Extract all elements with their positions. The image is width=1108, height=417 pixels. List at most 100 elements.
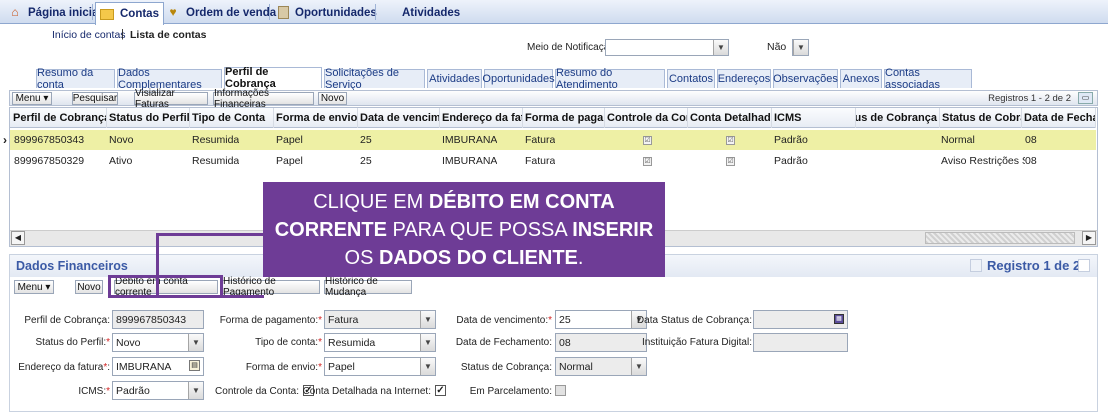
forma-envio-select[interactable]: Papel ▼ (324, 357, 436, 376)
visualizar-faturas-button[interactable]: Visializar Faturas (134, 88, 208, 110)
perfil-cobranca-field: 899967850343 (112, 310, 204, 329)
folder-icon (100, 8, 114, 20)
column-header[interactable]: Data Status de Cobrança (856, 108, 940, 128)
column-header[interactable]: Perfil de Cobrança (11, 108, 107, 128)
chevron-down-icon: ▼ (420, 358, 435, 375)
cell: Resumida (192, 155, 240, 167)
scroll-right-icon[interactable]: ▶ (1082, 231, 1096, 245)
nav-tab-home[interactable]: ⌂ Página inicial (4, 2, 106, 23)
status-perfil-select[interactable]: Novo ▼ (112, 333, 204, 352)
table-row[interactable]: 899967850329 Ativo Resumida Papel 25 IMB… (10, 151, 1096, 171)
nav-tab-label: Oportunidades (295, 6, 377, 19)
endereco-fatura-field[interactable]: IMBURANA ▤ (112, 357, 204, 376)
table-row[interactable]: › 899967850343 Novo Resumida Papel 25 IM… (3, 130, 1096, 150)
checkbox-icon: ☑ (726, 156, 735, 166)
informacoes-financeiras-button[interactable]: Informações Financeiras (213, 88, 314, 110)
checkbox-icon: ☑ (643, 156, 652, 166)
home-icon: ⌂ (11, 5, 19, 19)
tab-resumo-atendimento[interactable]: Resumo do Atendimento (555, 67, 665, 91)
cell: Padrão (774, 134, 808, 146)
column-header[interactable]: Status de Cobrança (940, 108, 1022, 128)
tab-observacoes[interactable]: Observações (773, 69, 838, 88)
novo-button[interactable]: Novo (318, 92, 347, 105)
financial-menu-button[interactable]: Menu ▾ (14, 280, 54, 294)
tab-anexos[interactable]: Anexos (840, 69, 882, 88)
column-header[interactable]: ICMS (772, 108, 856, 128)
column-header[interactable]: Status do Perfil (107, 108, 190, 128)
column-header[interactable]: Conta Detalhada (688, 108, 772, 128)
tag-icon: ♥ (169, 5, 177, 19)
data-status-cobranca-label: Data Status de Cobrança: (636, 315, 752, 326)
cell: 899967850343 (14, 134, 85, 146)
menu-button[interactable]: Menu ▾ (12, 92, 52, 105)
notification-select[interactable]: ▼ (605, 39, 729, 56)
instituicao-fatura-label: Instituição Fatura Digital: (641, 337, 752, 348)
nav-tab-label: Ordem de venda (186, 6, 277, 19)
cell: 08 (1025, 134, 1037, 146)
financial-record-count: Registro 1 de 2 (987, 258, 1081, 273)
chevron-down-icon: ▼ (420, 311, 435, 328)
cell: Ativo (109, 155, 133, 167)
icms-select[interactable]: Padrão ▼ (112, 381, 204, 400)
document-icon (278, 6, 289, 19)
row-selected-icon: › (3, 133, 7, 147)
cell: Fatura (525, 134, 556, 146)
column-header[interactable]: Endereço da fatura (440, 108, 523, 128)
tab-enderecos[interactable]: Endereços (717, 69, 771, 88)
scrollbar-thumb[interactable] (925, 232, 1075, 244)
calendar-icon[interactable]: ▦ (834, 314, 844, 324)
column-header[interactable]: Forma de pagamento (523, 108, 605, 128)
scroll-left-icon[interactable]: ◀ (11, 231, 25, 245)
nav-tab-label: Contas (120, 8, 159, 20)
chevron-down-icon: ▼ (631, 358, 646, 375)
column-header[interactable]: Data de Fechamento (1022, 108, 1096, 128)
cell: 899967850329 (14, 155, 85, 167)
tab-solicitacoes-servico[interactable]: Solicitações de Serviço (324, 67, 425, 91)
data-vencimento-select[interactable]: 25 ▼ (555, 310, 647, 329)
nav-tab-contas[interactable]: Contas (95, 2, 164, 25)
cell: 08 (1025, 155, 1037, 167)
breadcrumb-home-link[interactable]: Início de contas (52, 29, 126, 41)
account-subtabs: Resumo da conta Dados Complementares Per… (0, 66, 1108, 91)
data-status-cobranca-field[interactable]: ▦ (753, 310, 848, 329)
button-highlight-box (108, 275, 223, 298)
record-nav-next-icon[interactable] (1078, 259, 1090, 272)
checkbox-icon: ☑ (643, 135, 652, 145)
cell: Normal (941, 134, 975, 146)
status-perfil-label: Status do Perfil:* (35, 337, 111, 348)
column-header[interactable]: Tipo de Conta (190, 108, 274, 128)
instituicao-fatura-field (753, 333, 848, 352)
tab-contatos[interactable]: Contatos (667, 69, 715, 88)
nav-tab-atividades[interactable]: Atividades (398, 2, 464, 23)
status-cobranca-select[interactable]: Normal ▼ (555, 357, 647, 376)
em-parcelamento-label: Em Parcelamento: (469, 386, 552, 397)
tab-oportunidades[interactable]: Oportunidades (482, 69, 555, 88)
column-header[interactable]: Forma de envio (274, 108, 358, 128)
cell: Fatura (525, 155, 556, 167)
nav-tab-label: Atividades (402, 6, 461, 19)
tab-resumo-conta[interactable]: Resumo da conta (36, 67, 115, 91)
column-header[interactable]: Data de vencimento (358, 108, 440, 128)
financial-novo-button[interactable]: Novo (75, 280, 103, 294)
tipo-conta-select[interactable]: Resumida ▼ (324, 333, 436, 352)
forma-pagamento-select[interactable]: Fatura ▼ (324, 310, 436, 329)
tab-perfil-cobranca[interactable]: Perfil de Cobrança (224, 66, 322, 90)
em-parcelamento-checkbox[interactable] (555, 385, 566, 396)
record-nav-icon[interactable] (970, 259, 982, 272)
layout-icon[interactable]: ▭ (1078, 92, 1093, 104)
chevron-down-icon: ▼ (188, 382, 203, 399)
column-header[interactable]: Controle da Conta (605, 108, 688, 128)
tab-contas-associadas[interactable]: Contas associadas (884, 67, 972, 91)
notification-flag-select[interactable]: ▼ (792, 39, 809, 56)
pesquisar-button[interactable]: Pesquisar (72, 92, 118, 105)
chevron-down-icon: ▼ (188, 334, 203, 351)
conta-detalhada-checkbox[interactable]: ✓ (435, 385, 446, 396)
forma-envio-label: Forma de envio:* (245, 362, 322, 373)
historico-mudanca-button[interactable]: Histórico de Mudança (324, 276, 412, 298)
nav-tab-oportunidades[interactable]: Oportunidades (274, 2, 381, 23)
tab-dados-complementares[interactable]: Dados Complementares (117, 67, 222, 91)
nav-tab-ordem-venda[interactable]: ♥ Ordem de venda (162, 2, 280, 23)
lookup-icon[interactable]: ▤ (189, 360, 200, 371)
data-fechamento-field: 08 (555, 333, 647, 352)
tab-atividades[interactable]: Atividades (427, 69, 482, 88)
